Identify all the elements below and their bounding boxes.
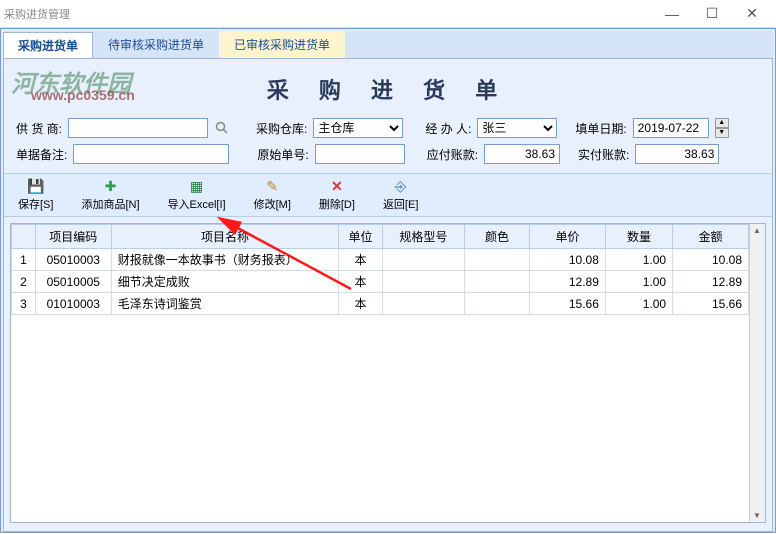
cell-spec bbox=[382, 249, 464, 271]
cell-code: 05010005 bbox=[35, 271, 111, 293]
orig-no-label: 原始单号: bbox=[257, 146, 308, 163]
warehouse-select[interactable]: 主仓库 bbox=[313, 118, 403, 138]
add-icon: ✚ bbox=[100, 178, 120, 194]
edit-icon: ✎ bbox=[262, 178, 282, 194]
cell-idx: 2 bbox=[12, 271, 36, 293]
orig-no-input[interactable] bbox=[315, 144, 405, 164]
tab-bar: 采购进货单 待审核采购进货单 已审核采购进货单 bbox=[3, 31, 773, 58]
excel-icon: ▦ bbox=[187, 178, 207, 194]
paid-input[interactable] bbox=[635, 144, 719, 164]
table-row[interactable]: 105010003财报就像一本故事书（财务报表）本 10.081.0010.08 bbox=[12, 249, 749, 271]
col-code[interactable]: 项目编码 bbox=[35, 225, 111, 249]
vertical-scrollbar[interactable] bbox=[749, 224, 765, 522]
cell-price: 12.89 bbox=[530, 271, 606, 293]
cell-code: 01010003 bbox=[35, 293, 111, 315]
handler-label: 经 办 人: bbox=[425, 120, 471, 137]
cell-color bbox=[465, 293, 530, 315]
table-row[interactable]: 205010005细节决定成败本 12.891.0012.89 bbox=[12, 271, 749, 293]
add-product-button[interactable]: ✚ 添加商品[N] bbox=[67, 176, 153, 214]
return-icon: ⎆ bbox=[391, 178, 411, 194]
window-controls: — ☐ ✕ bbox=[652, 2, 772, 26]
col-idx bbox=[12, 225, 36, 249]
minimize-button[interactable]: — bbox=[652, 2, 692, 26]
tab-pending-approval[interactable]: 待审核采购进货单 bbox=[93, 31, 219, 58]
save-button[interactable]: 💾 保存[S] bbox=[4, 176, 67, 214]
tab-approved[interactable]: 已审核采购进货单 bbox=[219, 31, 345, 58]
content-panel: 采 购 进 货 单 供 货 商: 采购仓库: 主仓库 经 办 人: 张三 填单日… bbox=[3, 58, 773, 532]
titlebar: 采购进货管理 — ☐ ✕ bbox=[0, 0, 776, 28]
cell-unit: 本 bbox=[339, 249, 382, 271]
chevron-up-icon[interactable]: ▲ bbox=[715, 118, 729, 128]
date-spinner[interactable]: ▲ ▼ bbox=[715, 118, 729, 138]
search-icon[interactable] bbox=[214, 120, 230, 136]
cell-price: 10.08 bbox=[530, 249, 606, 271]
save-icon: 💾 bbox=[26, 178, 46, 194]
cell-amount: 15.66 bbox=[673, 293, 749, 315]
page-title: 采 购 进 货 单 bbox=[10, 65, 766, 115]
grid-header-row: 项目编码 项目名称 单位 规格型号 颜色 单价 数量 金额 bbox=[12, 225, 749, 249]
col-spec[interactable]: 规格型号 bbox=[382, 225, 464, 249]
cell-qty: 1.00 bbox=[605, 271, 672, 293]
supplier-label: 供 货 商: bbox=[16, 120, 62, 137]
cell-color bbox=[465, 249, 530, 271]
cell-spec bbox=[382, 293, 464, 315]
paid-label: 实付账款: bbox=[578, 146, 629, 163]
payable-input[interactable] bbox=[484, 144, 560, 164]
cell-unit: 本 bbox=[339, 271, 382, 293]
chevron-down-icon[interactable]: ▼ bbox=[715, 128, 729, 138]
col-price[interactable]: 单价 bbox=[530, 225, 606, 249]
cell-amount: 12.89 bbox=[673, 271, 749, 293]
col-name[interactable]: 项目名称 bbox=[111, 225, 339, 249]
cell-amount: 10.08 bbox=[673, 249, 749, 271]
cell-spec bbox=[382, 271, 464, 293]
col-unit[interactable]: 单位 bbox=[339, 225, 382, 249]
maximize-button[interactable]: ☐ bbox=[692, 2, 732, 26]
remark-label: 单据备注: bbox=[16, 146, 67, 163]
form-row-2: 单据备注: 原始单号: 应付账款: 实付账款: bbox=[10, 141, 766, 167]
cell-name: 财报就像一本故事书（财务报表） bbox=[111, 249, 339, 271]
cell-idx: 3 bbox=[12, 293, 36, 315]
payable-label: 应付账款: bbox=[427, 146, 478, 163]
cell-qty: 1.00 bbox=[605, 293, 672, 315]
modify-button[interactable]: ✎ 修改[M] bbox=[240, 176, 305, 214]
cell-name: 毛泽东诗词鉴赏 bbox=[111, 293, 339, 315]
cell-idx: 1 bbox=[12, 249, 36, 271]
col-qty[interactable]: 数量 bbox=[605, 225, 672, 249]
table-row[interactable]: 301010003毛泽东诗词鉴赏本 15.661.0015.66 bbox=[12, 293, 749, 315]
remark-input[interactable] bbox=[73, 144, 229, 164]
close-button[interactable]: ✕ bbox=[732, 2, 772, 26]
supplier-input[interactable] bbox=[68, 118, 208, 138]
data-grid: 项目编码 项目名称 单位 规格型号 颜色 单价 数量 金额 105010003财… bbox=[10, 223, 766, 523]
col-amount[interactable]: 金额 bbox=[673, 225, 749, 249]
col-color[interactable]: 颜色 bbox=[465, 225, 530, 249]
cell-price: 15.66 bbox=[530, 293, 606, 315]
grid-table[interactable]: 项目编码 项目名称 单位 规格型号 颜色 单价 数量 金额 105010003财… bbox=[11, 224, 749, 315]
cell-color bbox=[465, 271, 530, 293]
import-excel-button[interactable]: ▦ 导入Excel[I] bbox=[154, 176, 240, 214]
delete-icon: ✕ bbox=[327, 178, 347, 194]
date-label: 填单日期: bbox=[575, 120, 626, 137]
toolbar: 💾 保存[S] ✚ 添加商品[N] ▦ 导入Excel[I] ✎ 修改[M] ✕… bbox=[4, 173, 772, 217]
warehouse-label: 采购仓库: bbox=[256, 120, 307, 137]
cell-unit: 本 bbox=[339, 293, 382, 315]
return-button[interactable]: ⎆ 返回[E] bbox=[369, 176, 432, 214]
main-area: 河东软件园 www.pc0359.cn 采购进货单 待审核采购进货单 已审核采购… bbox=[0, 28, 776, 533]
cell-name: 细节决定成败 bbox=[111, 271, 339, 293]
cell-qty: 1.00 bbox=[605, 249, 672, 271]
cell-code: 05010003 bbox=[35, 249, 111, 271]
form-row-1: 供 货 商: 采购仓库: 主仓库 经 办 人: 张三 填单日期: ▲ ▼ bbox=[10, 115, 766, 141]
handler-select[interactable]: 张三 bbox=[477, 118, 557, 138]
tab-purchase-order[interactable]: 采购进货单 bbox=[3, 32, 93, 59]
date-input[interactable] bbox=[633, 118, 709, 138]
window-title: 采购进货管理 bbox=[4, 6, 70, 22]
delete-button[interactable]: ✕ 删除[D] bbox=[305, 176, 369, 214]
